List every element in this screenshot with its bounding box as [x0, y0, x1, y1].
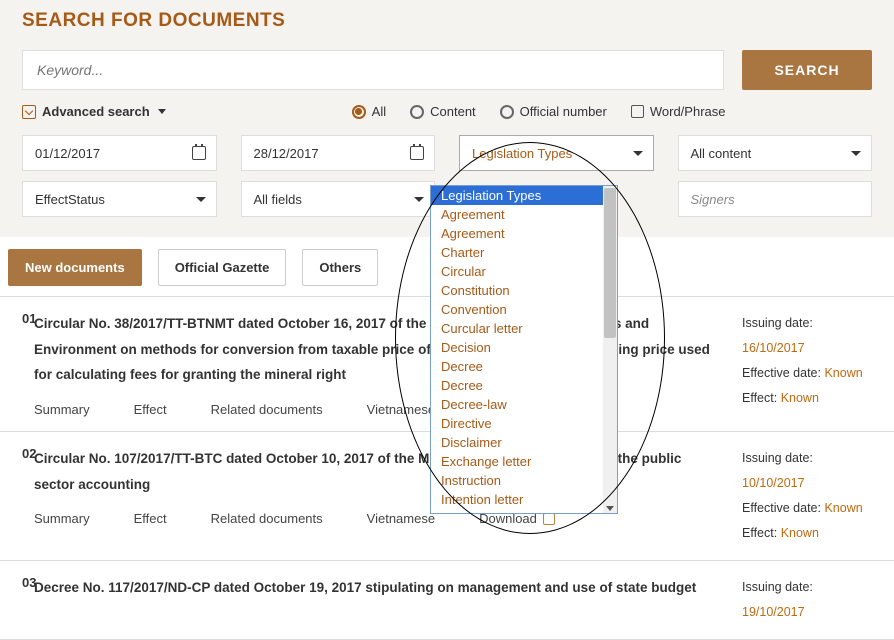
effect-status-select[interactable]: EffectStatus — [22, 181, 217, 217]
dropdown-option[interactable]: Decree — [431, 376, 617, 395]
mode-all[interactable]: All — [352, 104, 386, 119]
advanced-row: Advanced search All Content Official num… — [0, 104, 894, 135]
calendar-icon — [410, 146, 424, 160]
dropdown-option[interactable]: Circular — [431, 262, 617, 281]
related-link[interactable]: Related documents — [211, 402, 323, 417]
mode-content-label: Content — [430, 104, 476, 119]
mode-official-number[interactable]: Official number — [500, 104, 607, 119]
issuing-date: Issuing date: 16/10/2017 — [742, 311, 878, 361]
mode-official-label: Official number — [520, 104, 607, 119]
related-link[interactable]: Related documents — [211, 511, 323, 526]
search-row: SEARCH — [0, 50, 894, 104]
dropdown-option[interactable]: Legislation Types — [431, 186, 617, 205]
checkbox-unchecked-icon — [631, 105, 644, 118]
summary-link[interactable]: Summary — [34, 402, 90, 417]
scrollbar[interactable] — [603, 186, 617, 513]
issuing-date: Issuing date: 10/10/2017 — [742, 446, 878, 496]
all-fields-select[interactable]: All fields — [241, 181, 436, 217]
signers-placeholder: Signers — [691, 192, 735, 207]
mode-all-label: All — [372, 104, 386, 119]
tab-others[interactable]: Others — [302, 249, 378, 286]
result-main: Circular No. 38/2017/TT-BTNMT dated Octo… — [34, 311, 726, 417]
result-meta: Issuing date: 10/10/2017Effective date: … — [726, 446, 894, 546]
radio-unchecked-icon — [410, 105, 424, 119]
mode-word-label: Word/Phrase — [650, 104, 726, 119]
effect-status-value: EffectStatus — [35, 192, 105, 207]
dropdown-option[interactable]: Curcular letter — [431, 319, 617, 338]
chevron-down-icon — [851, 151, 861, 156]
advanced-icon — [22, 105, 36, 119]
result-main: Decree No. 117/2017/ND-CP dated October … — [34, 575, 726, 625]
dropdown-option[interactable]: Decision — [431, 338, 617, 357]
to-date-value: 28/12/2017 — [254, 146, 319, 161]
lang-link[interactable]: Vietnamese — [367, 402, 435, 417]
summary-link[interactable]: Summary — [34, 511, 90, 526]
dropdown-option[interactable]: Intention letter — [431, 490, 617, 509]
effect-value: Effect: Known — [742, 386, 878, 411]
search-mode-group: All Content Official number Word/Phrase — [352, 104, 726, 119]
dropdown-option[interactable]: Directive — [431, 414, 617, 433]
dropdown-option[interactable]: Convention — [431, 300, 617, 319]
result-main: Circular No. 107/2017/TT-BTC dated Octob… — [34, 446, 726, 546]
result-meta: Issuing date: 16/10/2017Effective date: … — [726, 311, 894, 417]
caret-down-icon — [158, 109, 166, 114]
all-fields-value: All fields — [254, 192, 302, 207]
scrollbar-thumb[interactable] — [604, 188, 616, 338]
dropdown-option[interactable]: Disclaimer — [431, 433, 617, 452]
chevron-down-icon — [196, 197, 206, 202]
advanced-label: Advanced search — [42, 104, 150, 119]
result-number: 03 — [0, 575, 34, 625]
effect-link[interactable]: Effect — [134, 511, 167, 526]
mode-content[interactable]: Content — [410, 104, 476, 119]
legislation-dropdown[interactable]: Legislation TypesAgreementAgreementChart… — [430, 185, 618, 514]
effective-date: Effective date: Known — [742, 361, 878, 386]
dropdown-list: Legislation TypesAgreementAgreementChart… — [431, 186, 617, 513]
effect-value: Effect: Known — [742, 521, 878, 546]
dropdown-option[interactable]: Decree — [431, 357, 617, 376]
tab-official-gazette[interactable]: Official Gazette — [158, 249, 287, 286]
dropdown-option[interactable]: Charter — [431, 243, 617, 262]
to-date-input[interactable]: 28/12/2017 — [241, 135, 436, 171]
result-row: 03Decree No. 117/2017/ND-CP dated Octobe… — [0, 561, 894, 640]
keyword-input[interactable] — [22, 50, 724, 90]
filter-row-1: 01/12/2017 28/12/2017 Legislation Types … — [0, 135, 894, 181]
legislation-types-select[interactable]: Legislation Types — [459, 135, 654, 171]
all-content-value: All content — [691, 146, 752, 161]
chevron-down-icon — [633, 151, 643, 156]
from-date-input[interactable]: 01/12/2017 — [22, 135, 217, 171]
result-title[interactable]: Decree No. 117/2017/ND-CP dated October … — [34, 575, 714, 601]
all-content-select[interactable]: All content — [678, 135, 873, 171]
dropdown-option[interactable]: Agreement — [431, 224, 617, 243]
radio-unchecked-icon — [500, 105, 514, 119]
result-meta: Issuing date: 19/10/2017 — [726, 575, 894, 625]
dropdown-option[interactable]: Constitution — [431, 281, 617, 300]
effect-link[interactable]: Effect — [134, 402, 167, 417]
from-date-value: 01/12/2017 — [35, 146, 100, 161]
signers-input[interactable]: Signers — [678, 181, 873, 217]
lang-link[interactable]: Vietnamese — [367, 511, 435, 526]
download-icon — [543, 513, 555, 525]
page-title: SEARCH FOR DOCUMENTS — [0, 0, 894, 50]
calendar-icon — [192, 146, 206, 160]
dropdown-option[interactable]: Agreement — [431, 205, 617, 224]
dropdown-option[interactable]: Instruction — [431, 471, 617, 490]
tab-new-documents[interactable]: New documents — [8, 249, 142, 286]
radio-checked-icon — [352, 105, 366, 119]
issuing-date: Issuing date: 19/10/2017 — [742, 575, 878, 625]
advanced-search-toggle[interactable]: Advanced search — [22, 104, 166, 119]
chevron-down-icon — [414, 197, 424, 202]
dropdown-option[interactable]: Decree-law — [431, 395, 617, 414]
dropdown-option[interactable]: Joint Announcement — [431, 509, 617, 513]
scroll-down-icon — [606, 506, 614, 511]
effective-date: Effective date: Known — [742, 496, 878, 521]
legislation-value: Legislation Types — [472, 146, 572, 161]
search-button[interactable]: SEARCH — [742, 50, 872, 90]
dropdown-option[interactable]: Exchange letter — [431, 452, 617, 471]
mode-word-phrase[interactable]: Word/Phrase — [631, 104, 726, 119]
result-number: 01 — [0, 311, 34, 417]
result-number: 02 — [0, 446, 34, 546]
